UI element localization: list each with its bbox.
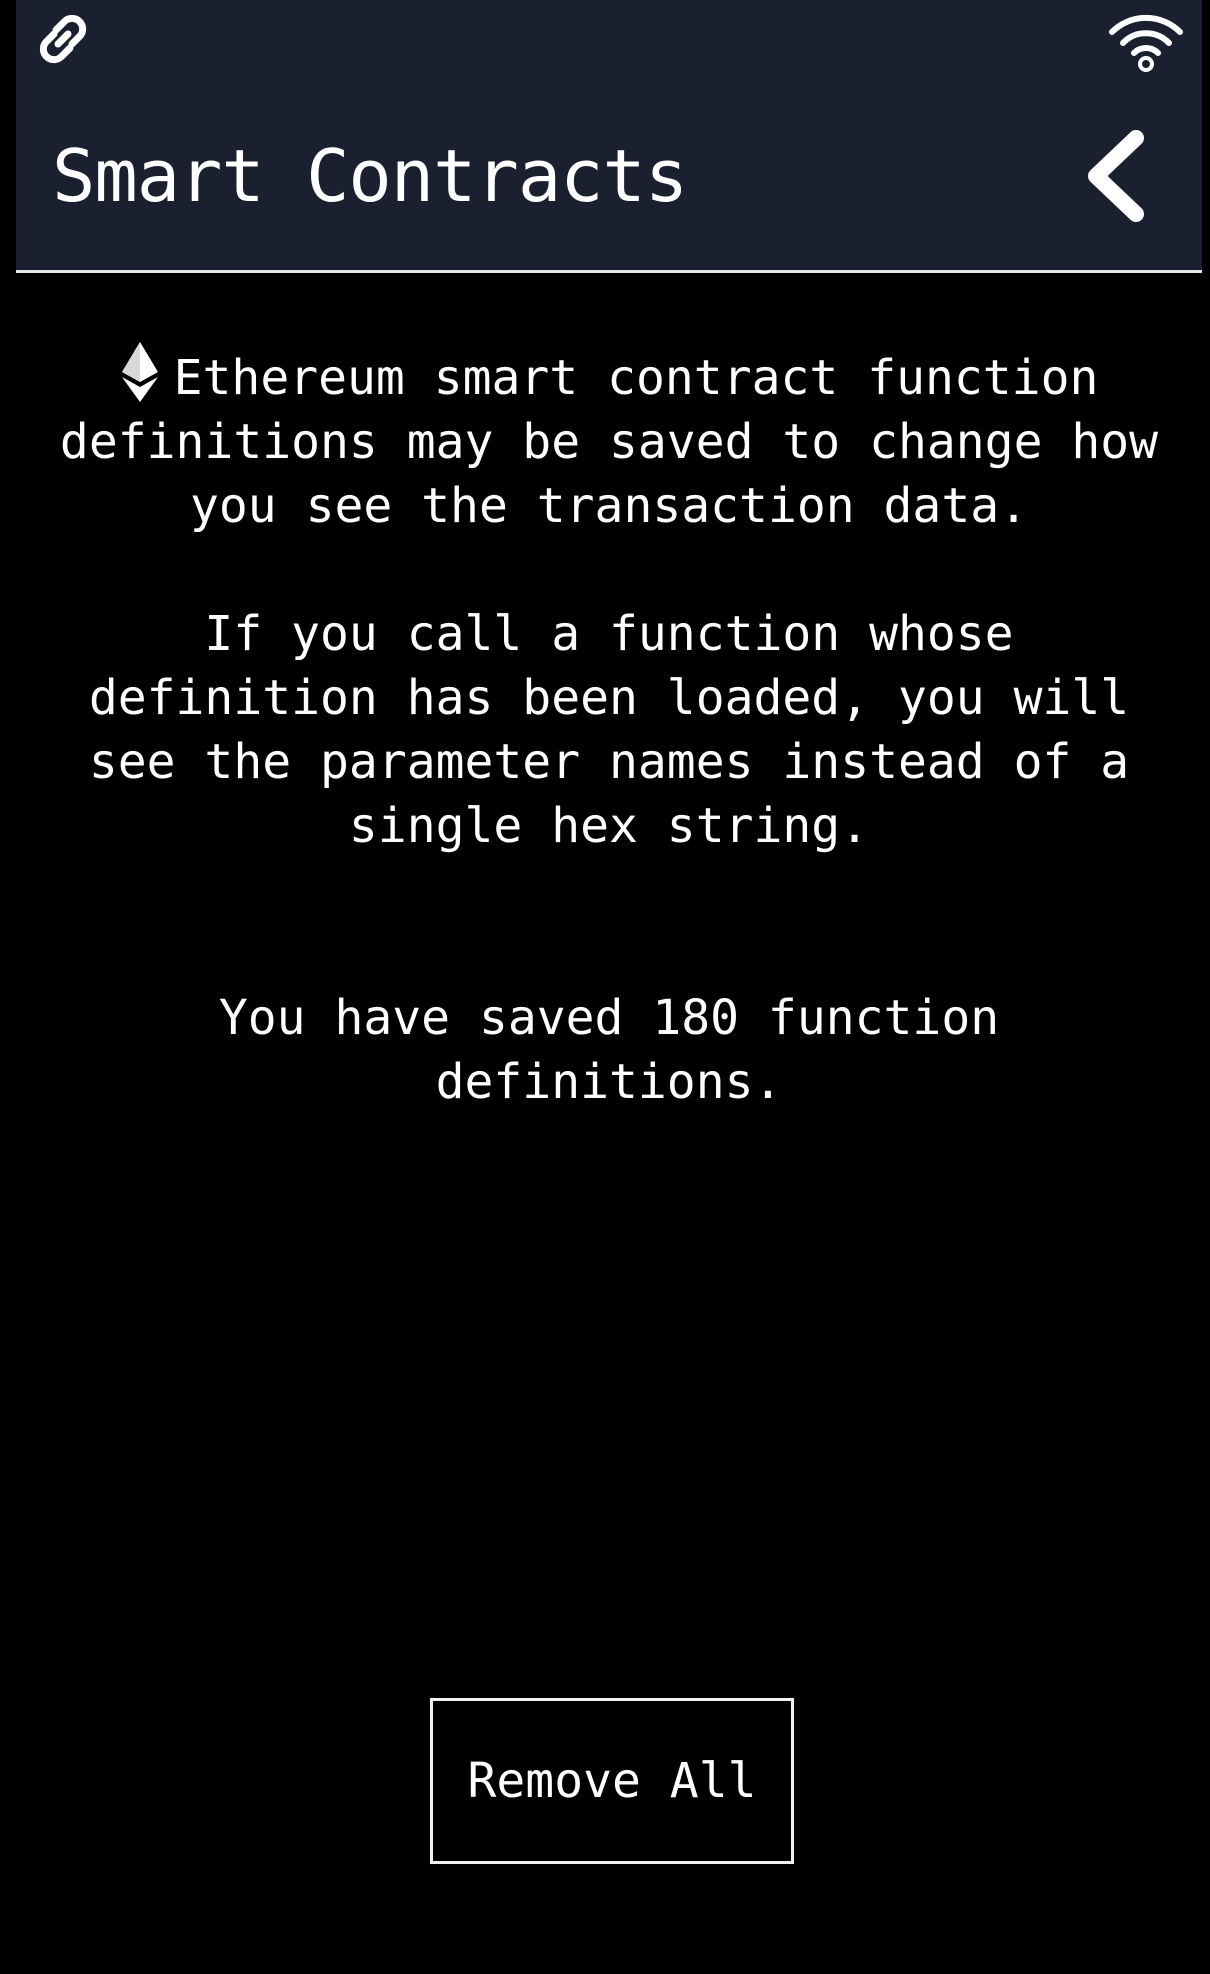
intro-paragraph: Ethereum smart contract function definit… — [56, 340, 1162, 538]
link-icon — [39, 14, 87, 64]
header-bar: Smart Contracts — [16, 0, 1202, 272]
ethereum-icon — [121, 342, 158, 402]
intro-text: Ethereum smart contract function definit… — [59, 350, 1159, 534]
page-title: Smart Contracts — [52, 134, 688, 218]
chevron-left-icon[interactable] — [1066, 124, 1178, 228]
wifi-icon — [1109, 14, 1183, 72]
remove-all-button[interactable]: Remove All — [430, 1698, 794, 1864]
saved-count-text: You have saved 180 function definitions. — [218, 990, 1000, 1110]
device-screen: Smart Contracts Ethereum smart contract … — [16, 0, 1202, 1974]
explanation-paragraph: If you call a function whose definition … — [88, 606, 1130, 854]
header-divider — [16, 270, 1202, 273]
info-content: Ethereum smart contract function definit… — [56, 340, 1162, 1114]
